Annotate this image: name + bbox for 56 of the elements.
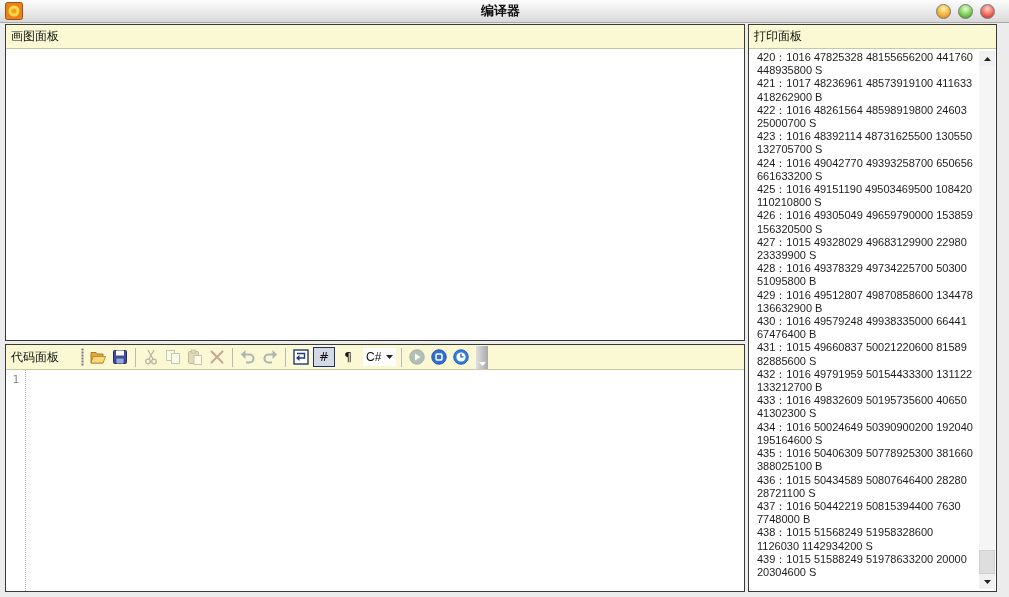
triangle-down-icon: [983, 579, 991, 584]
folder-icon: [90, 349, 106, 365]
print-line: 437：1016 50442219 50815394400 7630 7748000 B: [757, 499, 962, 527]
panel-title: 代码面板: [11, 348, 59, 366]
print-line: 438：1015 51568249 51958328600 1126030 1142934200 S: [757, 526, 935, 553]
toolbar-overflow-button[interactable]: [476, 346, 489, 369]
print-line: 421：1017 48236961 48573919100 411633 418262900 B: [757, 77, 974, 104]
window-title: 编译器: [480, 2, 520, 20]
clipboard-icon: [187, 349, 203, 365]
app-icon: [5, 2, 23, 20]
scrollbar-thumb[interactable]: [979, 550, 995, 574]
play-icon: [409, 349, 426, 365]
print-line: 427：1015 49328029 49683129900 22980 23339900 S: [757, 235, 968, 263]
cross-icon: [209, 349, 225, 365]
print-line: 434：1016 50024649 50390900200 192040 195164600 S: [757, 420, 974, 448]
save-button[interactable]: [110, 347, 130, 367]
scroll-up-button[interactable]: [979, 51, 995, 66]
print-line: 439：1015 51588249 51978633200 20000 20304600 S: [757, 552, 968, 580]
print-line: 422：1016 48261564 48598919800 24603 25000700 S: [757, 103, 968, 131]
print-line: 436：1015 50434589 50807646400 28280 28721100 S: [757, 473, 968, 500]
print-line: 431：1015 49660837 50021220600 81589 82885600 S: [757, 341, 968, 368]
documents-icon: [165, 349, 181, 365]
print-line: 424：1016 49042770 49393258700 650656 661633200 S: [757, 156, 974, 184]
language-dropdown[interactable]: C#: [363, 348, 397, 366]
print-line: 420：1016 47825328 48155656200 441760 448935800 S: [757, 51, 974, 78]
print-line: 425：1016 49151190 49503469500 108420 110210800 S: [757, 183, 974, 210]
line-number: 1: [12, 373, 19, 387]
redo-arrow-icon: [262, 349, 278, 365]
stop-button[interactable]: [429, 347, 450, 367]
caret-icon: [478, 362, 486, 366]
maximize-button[interactable]: [958, 3, 973, 19]
panel-title: 画图面板: [11, 28, 59, 45]
print-line: 426：1016 49305049 49659790000 153859 156320500 S: [757, 209, 974, 236]
pilcrow-button[interactable]: ¶: [337, 347, 359, 367]
grip-handle-icon[interactable]: [81, 348, 84, 366]
triangle-up-icon: [983, 56, 991, 61]
print-line: 435：1016 50406309 50778925300 381660 388025100 B: [757, 447, 974, 474]
word-wrap-button[interactable]: [291, 347, 311, 367]
clock-button[interactable]: [451, 347, 472, 367]
print-line: 423：1016 48392114 48731625500 130550 132705700 S: [757, 130, 974, 157]
stop-icon: [431, 349, 448, 365]
close-button[interactable]: [980, 3, 995, 19]
print-line: 428：1016 49378329 49734225700 50300 51095800 B: [757, 262, 968, 289]
vertical-scrollbar[interactable]: [979, 51, 995, 589]
minimize-button[interactable]: [936, 3, 951, 19]
clock-icon: [453, 349, 470, 365]
print-line: 430：1016 49579248 49938335000 66441 67476400 B: [757, 315, 968, 342]
caret-icon: [386, 355, 394, 359]
scroll-down-button[interactable]: [979, 574, 995, 589]
scissors-icon: [143, 349, 159, 365]
panel-title: 打印面板: [754, 28, 802, 45]
undo-arrow-icon: [240, 349, 256, 365]
print-line: 432：1016 49791959 50154433300 131122 133212700 B: [757, 367, 974, 395]
hash-toggle-button[interactable]: #: [313, 347, 335, 367]
print-line: 429：1016 49512807 49870858600 134478 136632900 B: [757, 288, 974, 316]
print-line: 433：1016 49832609 50195735600 40650 41302300 S: [757, 394, 968, 421]
